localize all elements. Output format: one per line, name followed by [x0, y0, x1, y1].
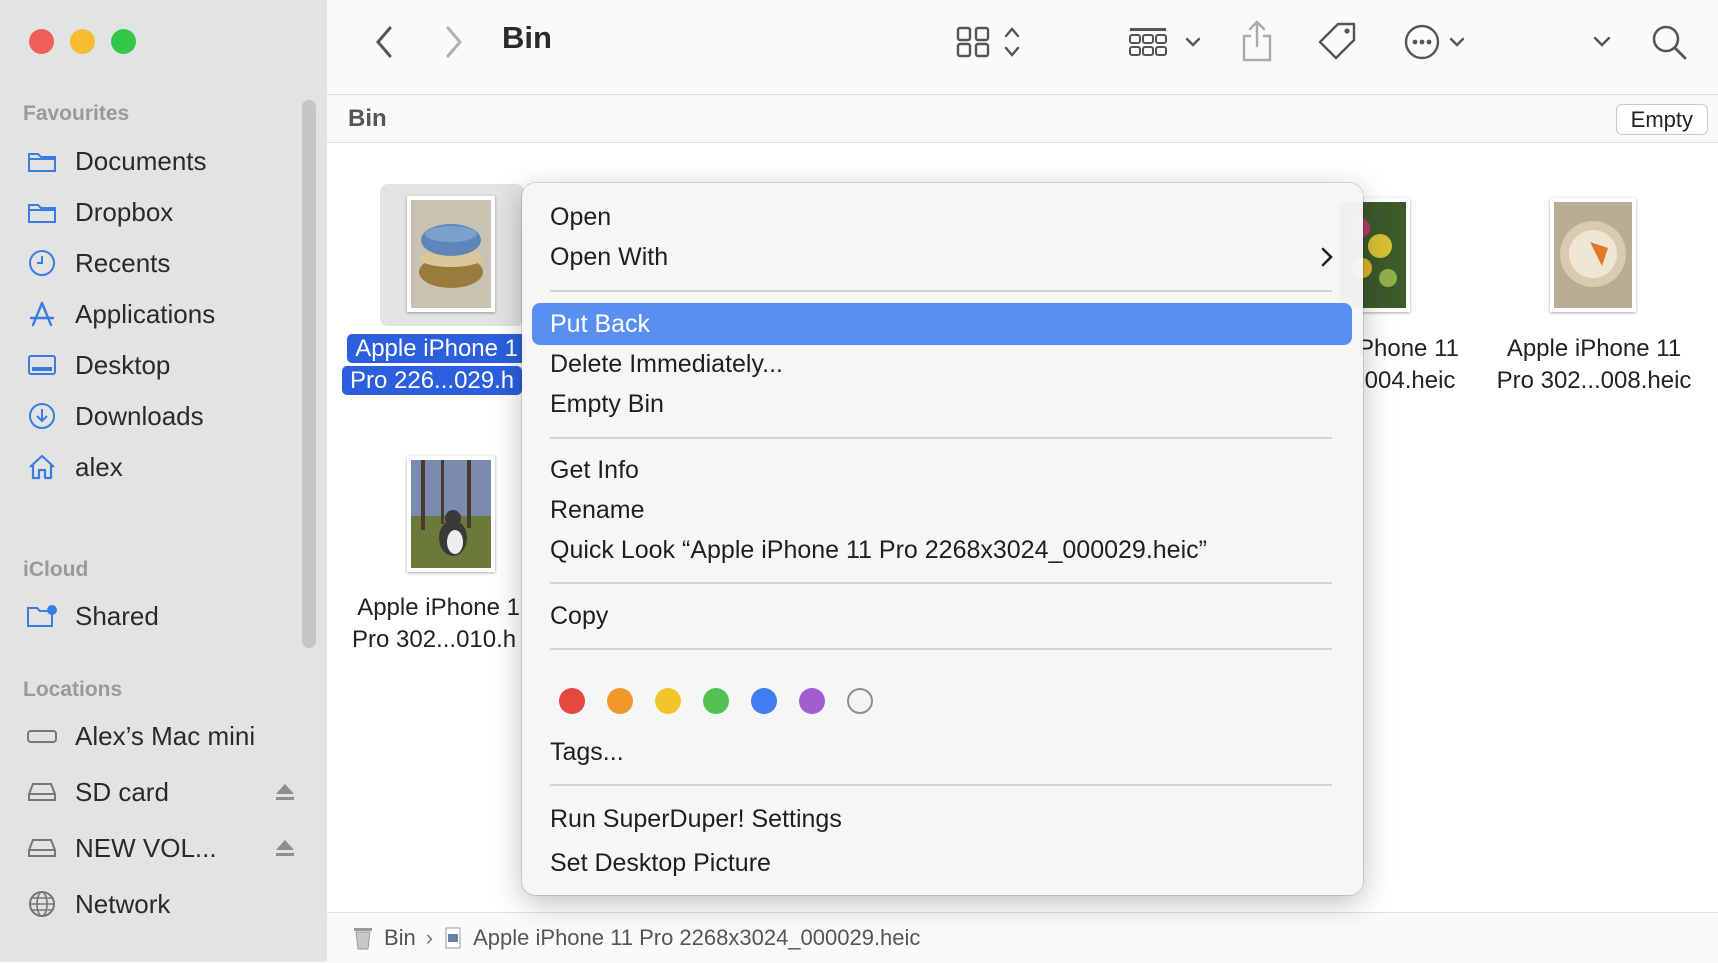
sidebar-item-documents[interactable]: Documents — [26, 139, 296, 183]
menu-item-superduper-settings[interactable]: Run SuperDuper! Settings — [532, 798, 1352, 840]
sidebar-item-label: Downloads — [75, 400, 204, 431]
sidebar-item-label: Dropbox — [75, 196, 174, 227]
tag-icon[interactable] — [1316, 20, 1358, 62]
menu-item-set-desktop-picture[interactable]: Set Desktop Picture — [532, 842, 1352, 884]
path-bar: Bin › Apple iPhone 11 Pro 2268x3024_0000… — [327, 912, 1718, 963]
folder-icon — [26, 145, 58, 177]
file-name[interactable]: Apple iPhone 1 Pro 302...010.h — [342, 592, 530, 656]
clock-icon — [26, 247, 58, 279]
folder-icon — [26, 196, 58, 228]
menu-item-open[interactable]: Open — [532, 196, 1352, 238]
more-actions-icon[interactable] — [1403, 22, 1469, 62]
sidebar-section-icloud: iCloud — [23, 558, 89, 581]
sidebar-item-label: Documents — [75, 145, 207, 176]
menu-separator — [550, 437, 1332, 439]
sidebar-item-dropbox[interactable]: Dropbox — [26, 190, 296, 234]
empty-bin-button[interactable]: Empty — [1615, 104, 1708, 135]
tag-yellow[interactable] — [655, 688, 681, 714]
file-name[interactable]: Phone 11 .004.heic — [1358, 333, 1468, 397]
group-icon[interactable] — [1127, 22, 1207, 62]
menu-separator — [550, 290, 1332, 292]
file-thumbnail[interactable] — [407, 196, 495, 312]
menu-item-empty-bin[interactable]: Empty Bin — [532, 383, 1352, 425]
sidebar-item-recents[interactable]: Recents — [26, 241, 296, 285]
context-menu: Open Open With Put Back Delete Immediate… — [522, 183, 1363, 895]
sidebar-item-alex[interactable]: alex — [26, 445, 296, 489]
path-separator: › — [425, 925, 434, 950]
menu-item-put-back[interactable]: Put Back — [532, 303, 1352, 345]
file-name[interactable]: Apple iPhone 1 Pro 226...029.h — [342, 333, 530, 401]
chevron-right-icon — [1320, 246, 1334, 275]
zoom-window-button[interactable] — [111, 29, 136, 54]
chevron-down-icon[interactable] — [1587, 26, 1617, 56]
menu-item-rename[interactable]: Rename — [532, 489, 1352, 531]
file-thumbnail[interactable] — [1550, 198, 1636, 312]
bin-header-bar: Bin Empty — [327, 95, 1718, 143]
sidebar-item-label: Network — [75, 888, 171, 919]
sidebar-item-label: NEW VOL... — [75, 832, 217, 863]
tag-none[interactable] — [847, 688, 873, 714]
menu-item-delete-immediately[interactable]: Delete Immediately... — [532, 343, 1352, 385]
menu-item-open-with[interactable]: Open With — [532, 236, 1352, 278]
globe-icon — [26, 888, 58, 920]
sidebar-item-downloads[interactable]: Downloads — [26, 394, 296, 438]
menu-separator — [550, 648, 1332, 650]
folder-header-title: Bin — [348, 105, 387, 132]
path-segment-file[interactable]: Apple iPhone 11 Pro 2268x3024_000029.hei… — [473, 925, 920, 951]
eject-icon[interactable] — [274, 781, 296, 803]
view-grid-icon[interactable] — [953, 22, 1025, 62]
menu-separator — [550, 582, 1332, 584]
menu-item-quick-look[interactable]: Quick Look “Apple iPhone 11 Pro 2268x302… — [532, 529, 1352, 571]
sidebar-section-locations: Locations — [23, 678, 123, 701]
sidebar-item-sd-card[interactable]: SD card — [26, 770, 296, 814]
back-icon[interactable] — [369, 22, 399, 62]
sidebar-item-applications[interactable]: Applications — [26, 292, 296, 336]
minimize-window-button[interactable] — [70, 29, 95, 54]
share-icon[interactable] — [1239, 18, 1275, 64]
sidebar-item-new-volume[interactable]: NEW VOL... — [26, 826, 296, 870]
tag-green[interactable] — [703, 688, 729, 714]
search-icon[interactable] — [1649, 22, 1689, 62]
download-icon — [26, 400, 58, 432]
shared-folder-icon — [26, 600, 58, 632]
tag-red[interactable] — [559, 688, 585, 714]
path-segment-bin[interactable]: Bin — [384, 925, 416, 951]
toolbar: Bin — [327, 0, 1718, 95]
sidebar-scrollbar[interactable] — [302, 100, 316, 648]
menu-item-get-info[interactable]: Get Info — [532, 449, 1352, 491]
sidebar-item-label: Shared — [75, 600, 159, 631]
desktop-icon — [26, 349, 58, 381]
sidebar-item-mac-mini[interactable]: Alex’s Mac mini — [26, 714, 296, 758]
forward-icon[interactable] — [439, 22, 469, 62]
sidebar-item-shared[interactable]: Shared — [26, 594, 296, 638]
file-icon — [443, 926, 463, 950]
sidebar-section-favourites: Favourites — [23, 102, 130, 125]
sidebar-item-label: SD card — [75, 776, 169, 807]
file-thumbnail[interactable] — [407, 456, 495, 572]
close-window-button[interactable] — [29, 29, 54, 54]
tag-orange[interactable] — [607, 688, 633, 714]
sidebar-item-label: alex — [75, 451, 123, 482]
sidebar-item-label: Alex’s Mac mini — [75, 720, 256, 751]
menu-item-tags[interactable]: Tags... — [532, 731, 1352, 773]
file-name[interactable]: Apple iPhone 11 Pro 302...008.heic — [1488, 333, 1700, 397]
drive-icon — [26, 776, 58, 808]
applications-icon — [26, 298, 58, 330]
sidebar-item-network[interactable]: Network — [26, 882, 296, 926]
window-title: Bin — [502, 20, 552, 55]
sidebar-item-desktop[interactable]: Desktop — [26, 343, 296, 387]
eject-icon[interactable] — [274, 837, 296, 859]
bin-icon — [352, 925, 374, 951]
tag-blue[interactable] — [751, 688, 777, 714]
menu-item-copy[interactable]: Copy — [532, 595, 1352, 637]
menu-separator — [550, 784, 1332, 786]
sidebar-item-label: Recents — [75, 247, 171, 278]
home-icon — [26, 451, 58, 483]
computer-icon — [26, 720, 58, 752]
sidebar-item-label: Desktop — [75, 349, 171, 380]
sidebar-item-label: Applications — [75, 298, 216, 329]
drive-icon — [26, 832, 58, 864]
sidebar: Favourites Documents Dropbox Recents App… — [0, 0, 327, 962]
tag-purple[interactable] — [799, 688, 825, 714]
